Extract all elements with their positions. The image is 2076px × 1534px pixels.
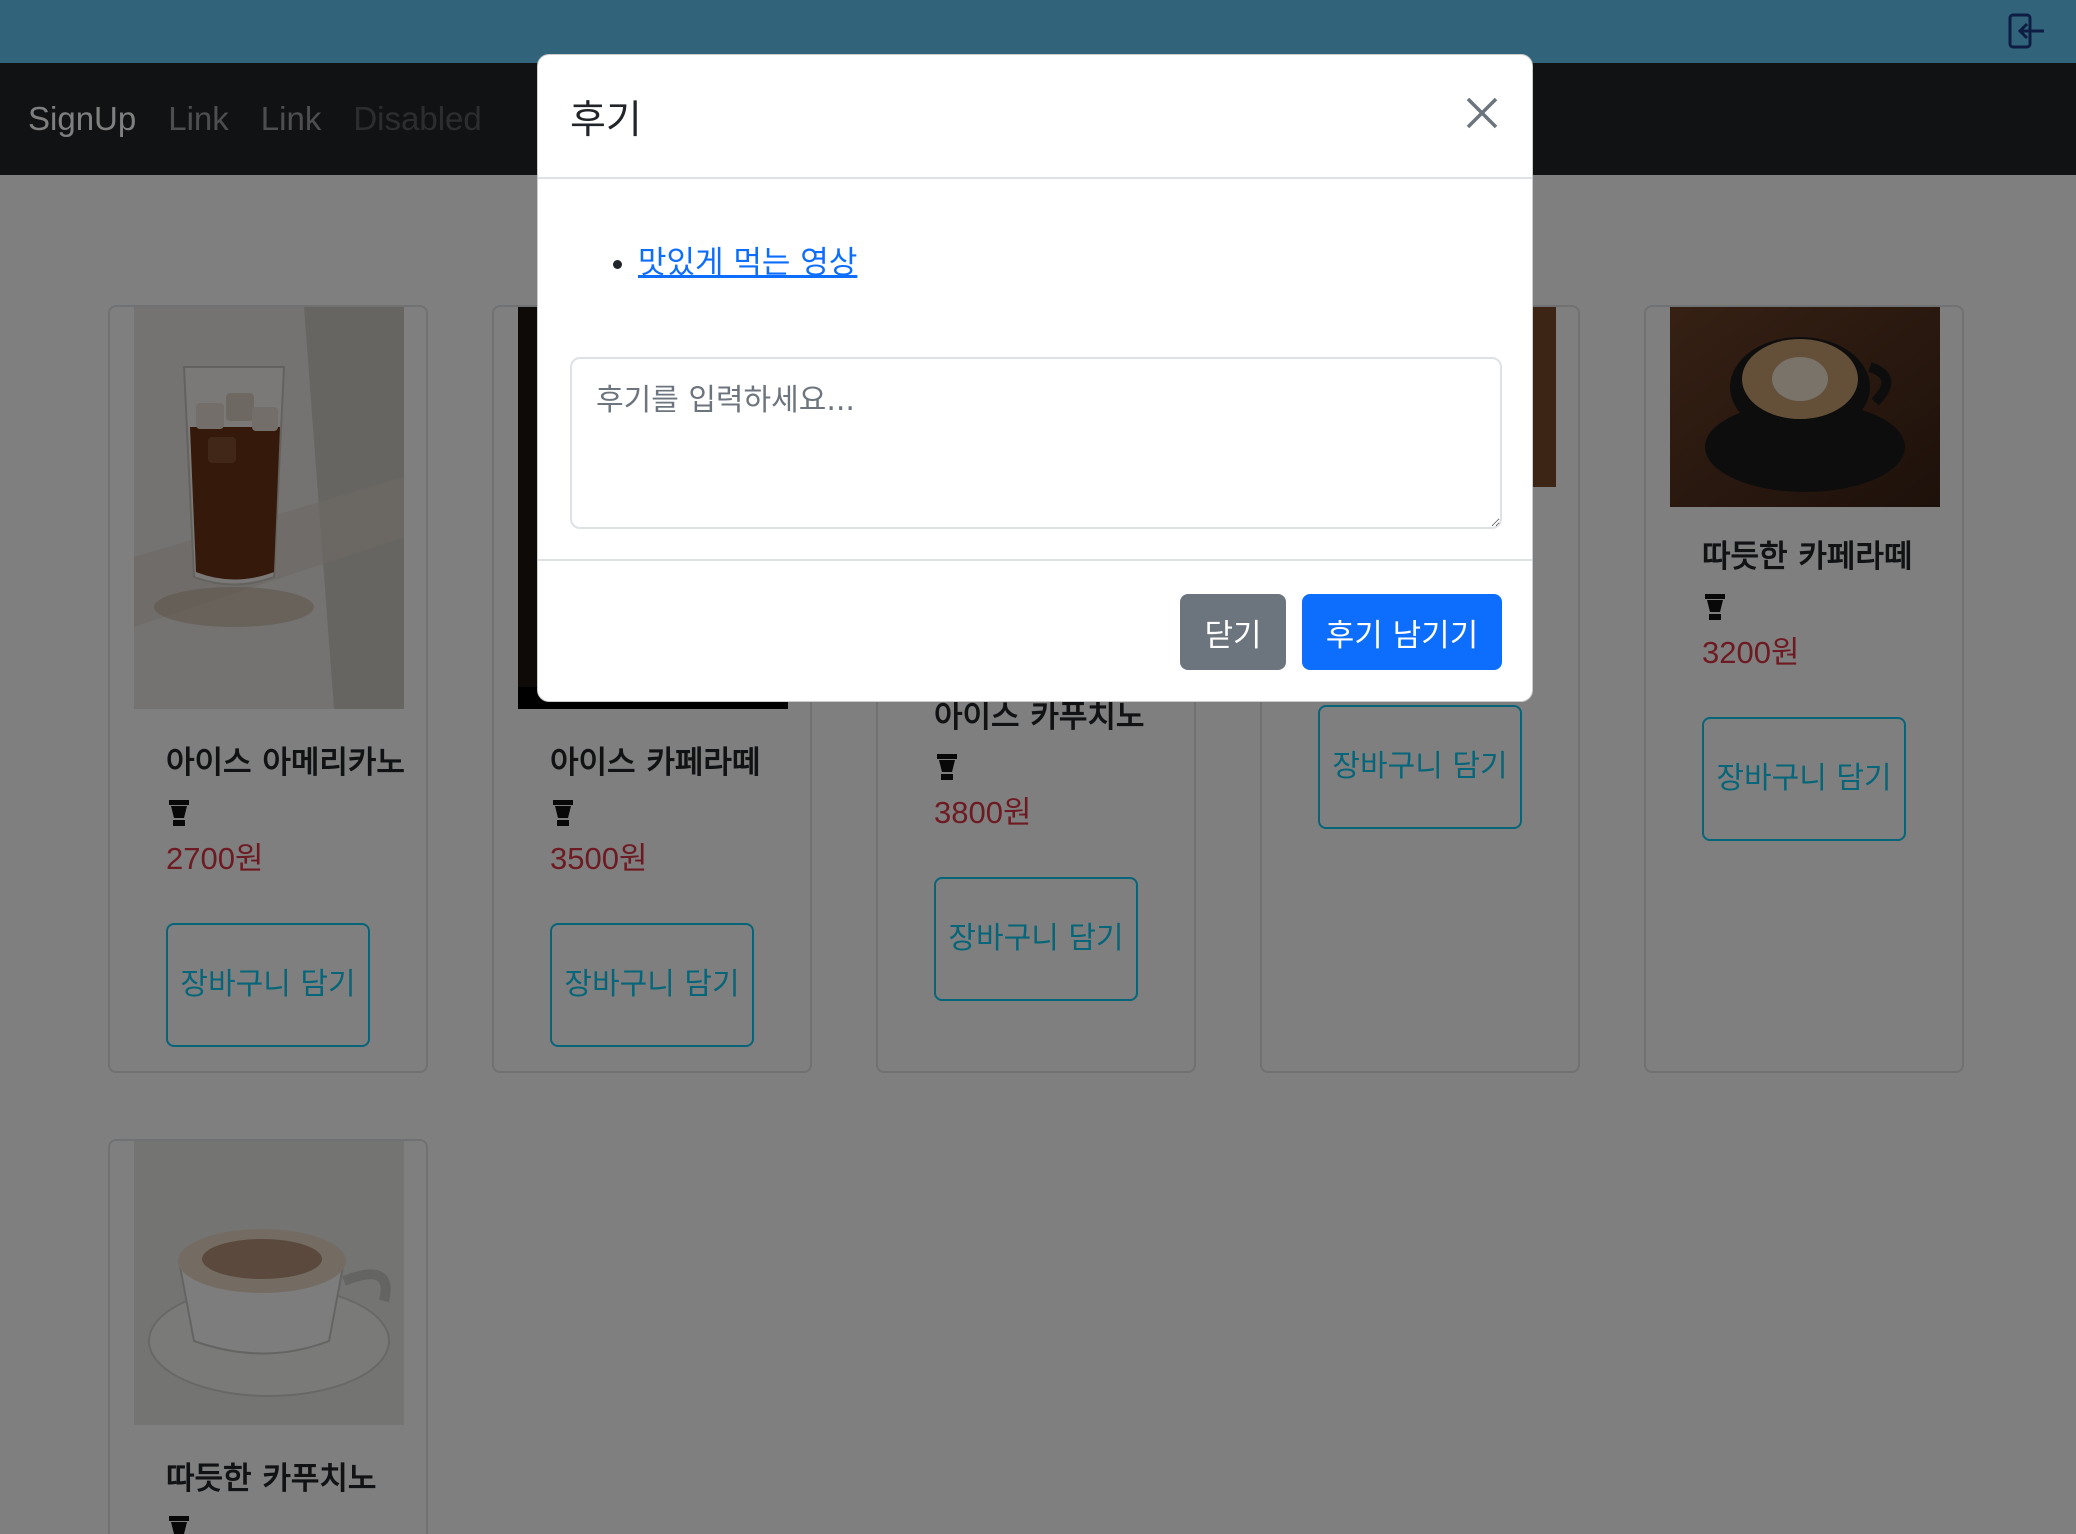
submit-review-button[interactable]: 후기 남기기 <box>1302 594 1502 670</box>
review-modal: 후기 맛있게 먹는 영상 닫기 후기 남기기 <box>537 54 1533 702</box>
modal-title: 후기 <box>570 98 642 143</box>
list-item: 맛있게 먹는 영상 <box>638 237 857 282</box>
close-button[interactable]: 닫기 <box>1180 594 1286 670</box>
modal-footer: 닫기 후기 남기기 <box>538 559 1532 703</box>
video-link[interactable]: 맛있게 먹는 영상 <box>638 245 857 281</box>
modal-header: 후기 <box>538 55 1532 179</box>
review-input[interactable] <box>570 357 1502 529</box>
close-icon[interactable] <box>1462 93 1502 133</box>
modal-body: 맛있게 먹는 영상 <box>538 179 1532 559</box>
video-list: 맛있게 먹는 영상 <box>638 237 857 282</box>
